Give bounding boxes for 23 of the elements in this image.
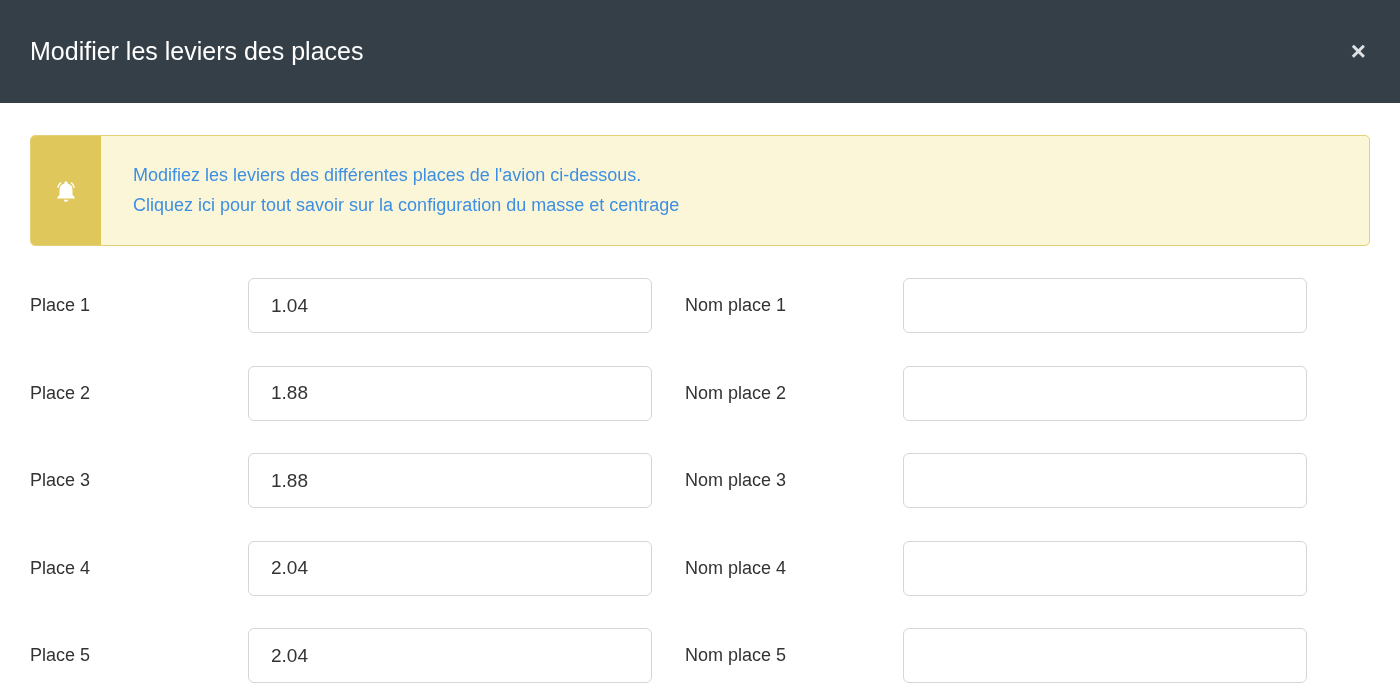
place-label: Place 3 bbox=[30, 470, 92, 491]
place-label: Place 2 bbox=[30, 382, 92, 404]
place-label: Place 4 bbox=[30, 557, 92, 579]
place-name-label: Nom place 4 bbox=[685, 557, 788, 579]
place-name-label: Nom place 1 bbox=[685, 295, 788, 316]
lever-input[interactable]: 2.04 bbox=[248, 628, 652, 683]
lever-input[interactable]: 1.04 bbox=[248, 278, 652, 333]
lever-input[interactable]: 2.04 bbox=[248, 540, 652, 596]
place-name-label: Nom place 2 bbox=[685, 382, 788, 404]
alert-message: Modifiez les leviers des différentes places de l'avion ci-dessous. bbox=[133, 165, 643, 186]
place-name-label: Nom place 3 bbox=[685, 470, 788, 491]
place-label: Place 1 bbox=[30, 295, 92, 316]
close-button[interactable]: × bbox=[1346, 36, 1370, 67]
place-name-label: Nom place 5 bbox=[685, 645, 788, 666]
place-name-input[interactable] bbox=[903, 540, 1307, 596]
place-name-input[interactable] bbox=[903, 278, 1307, 333]
lever-input[interactable]: 1.88 bbox=[248, 453, 652, 508]
place-name-input[interactable] bbox=[903, 628, 1307, 683]
place-name-input[interactable] bbox=[903, 365, 1307, 421]
dialog-title: Modifier les leviers des places bbox=[30, 37, 364, 66]
lever-input[interactable]: 1.88 bbox=[248, 365, 652, 421]
place-label: Place 5 bbox=[30, 645, 92, 666]
place-name-input[interactable] bbox=[903, 453, 1307, 508]
